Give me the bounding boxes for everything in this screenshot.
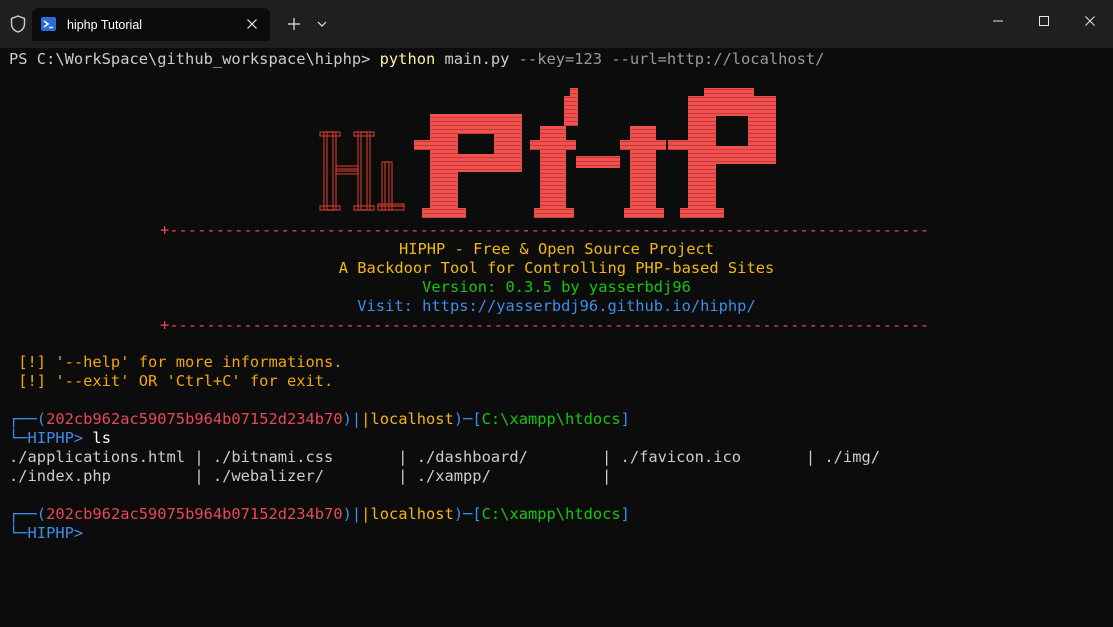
command-args: --key=123 --url=http://localhost/ (509, 50, 825, 68)
close-window-icon (1085, 16, 1095, 26)
prompt-separator: )─[ (453, 505, 482, 523)
session-id: 202cb962ac59075b964b07152d234b70 (46, 410, 343, 428)
hint-help: [!] '--help' for more informations. (9, 353, 343, 371)
session-prompt-header: ┌──(202cb962ac59075b964b07152d234b70)||l… (9, 410, 630, 429)
prompt-corner-top: ┌──( (9, 505, 47, 523)
prompt-corner-bottom: └─ (9, 429, 28, 447)
plus-icon (288, 18, 300, 30)
command-script: main.py (435, 50, 510, 68)
session-prompt-input-active[interactable]: └─HIPHP> (9, 524, 92, 543)
session-host: localhost (370, 505, 454, 523)
hiphp-prompt-label: HIPHP> (27, 429, 93, 447)
new-tab-button[interactable] (284, 14, 304, 34)
title-bar: hiphp Tutorial (0, 0, 1113, 48)
close-window-button[interactable] (1067, 4, 1113, 38)
hint-exit: [!] '--exit' OR 'Ctrl+C' for exit. (9, 372, 334, 390)
command-line: PS C:\WorkSpace\github_workspace\hiphp> … (9, 50, 824, 69)
command-program: python (379, 50, 436, 68)
minimize-icon (993, 20, 1003, 22)
ls-output-row: ./index.php | ./webalizer/ | ./xampp/ | (9, 467, 612, 485)
close-icon[interactable] (242, 14, 262, 34)
tab-title: hiphp Tutorial (67, 18, 143, 32)
shield-icon[interactable] (9, 15, 27, 33)
prompt-corner-top: ┌──( (9, 410, 47, 428)
entered-command: ls (92, 429, 111, 447)
prompt-separator: )─[ (453, 410, 482, 428)
session-prompt-header: ┌──(202cb962ac59075b964b07152d234b70)||l… (9, 505, 630, 524)
hiphp-logo (319, 88, 776, 218)
banner-rule-top: +---------------------------------------… (160, 221, 930, 239)
terminal-output[interactable]: PS C:\WorkSpace\github_workspace\hiphp> … (0, 48, 1113, 627)
banner-title: HIPHP - Free & Open Source Project (398, 240, 715, 258)
session-id: 202cb962ac59075b964b07152d234b70 (46, 505, 343, 523)
banner-subtitle: A Backdoor Tool for Controlling PHP-base… (338, 259, 775, 277)
visit-label: Visit: (357, 297, 423, 315)
ps-prompt: PS C:\WorkSpace\github_workspace\hiphp> (9, 50, 380, 68)
maximize-icon (1039, 16, 1049, 26)
chevron-down-icon (317, 21, 327, 27)
maximize-button[interactable] (1021, 4, 1067, 38)
logo-php (414, 88, 776, 218)
session-path: C:\xampp\htdocs (481, 410, 621, 428)
visit-url[interactable]: https://yasserbdj96.github.io/hiphp/ (422, 297, 756, 315)
session-host: localhost (370, 410, 454, 428)
session-path: C:\xampp\htdocs (481, 505, 621, 523)
minimize-button[interactable] (975, 4, 1021, 38)
logo-hi (319, 131, 405, 211)
hiphp-prompt-label: HIPHP> (27, 524, 93, 542)
tab-dropdown-button[interactable] (313, 14, 331, 34)
banner-version: Version: 0.3.5 by yasserbdj96 (422, 278, 691, 296)
banner-visit: Visit: https://yasserbdj96.github.io/hip… (0, 297, 1113, 316)
prompt-close: ] (620, 505, 630, 523)
prompt-separator: )| (342, 505, 362, 523)
tab-hiphp-tutorial[interactable]: hiphp Tutorial (32, 8, 270, 41)
session-prompt-input: └─HIPHP> ls (9, 429, 111, 448)
prompt-corner-bottom: └─ (9, 524, 28, 542)
prompt-separator: )| (342, 410, 362, 428)
banner-rule-bottom: +---------------------------------------… (160, 316, 930, 334)
terminal-icon (41, 17, 56, 31)
prompt-close: ] (620, 410, 630, 428)
ls-output-row: ./applications.html | ./bitnami.css | ./… (9, 448, 880, 466)
